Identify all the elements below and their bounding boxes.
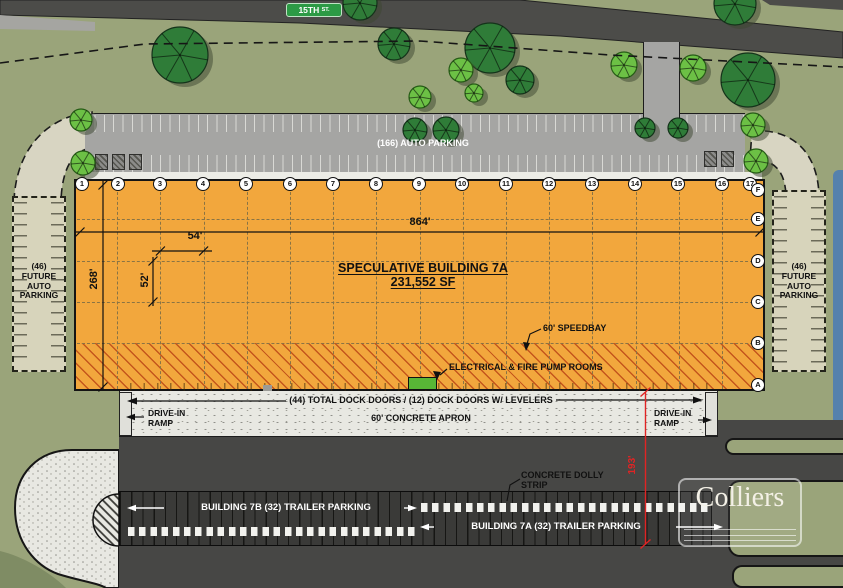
tree-small xyxy=(465,84,488,106)
grid-column-bubble: 14 xyxy=(628,177,642,191)
grid-column-bubble: 1 xyxy=(75,177,89,191)
tree-small xyxy=(409,86,436,112)
building-title: SPECULATIVE BUILDING 7A xyxy=(338,261,508,275)
site-plan: (166) AUTO PARKING SPECULATIVE BUILDING … xyxy=(0,0,843,588)
ramp-left-label: DRIVE-IN RAMP xyxy=(148,408,196,428)
speedbay-leader xyxy=(523,329,541,351)
grid-column-bubble: 11 xyxy=(499,177,513,191)
grid-row-bubble: C xyxy=(751,295,765,309)
grid-column-bubble: 4 xyxy=(196,177,210,191)
electrical-label: ELECTRICAL & FIRE PUMP ROOMS xyxy=(449,362,603,372)
trailer-7a-label: BUILDING 7A (32) TRAILER PARKING xyxy=(436,522,676,532)
tree-large xyxy=(378,28,415,64)
dolly-strip-label: CONCRETE DOLLY STRIP xyxy=(521,470,609,490)
colliers-wordmark: Colliers xyxy=(680,482,800,514)
grid-column-bubble: 13 xyxy=(585,177,599,191)
grid-column-bubble: 16 xyxy=(715,177,729,191)
logo-rule xyxy=(684,540,796,541)
tree-small xyxy=(611,52,642,82)
street-suffix: ST. xyxy=(322,7,330,13)
grid-column-bubble: 15 xyxy=(671,177,685,191)
tree-large xyxy=(714,0,761,29)
ramp-right-label: DRIVE-IN RAMP xyxy=(654,408,702,428)
dim-268-label: 268' xyxy=(89,259,99,299)
property-line xyxy=(0,41,843,67)
dim-52-label: 52' xyxy=(140,265,150,295)
tree-large xyxy=(152,27,213,87)
street-name: 15TH xyxy=(298,5,319,15)
grid-column-bubble: 2 xyxy=(111,177,125,191)
trailer-7b-label: BUILDING 7B (32) TRAILER PARKING xyxy=(166,503,406,513)
grid-row-bubble: E xyxy=(751,212,765,226)
grid-row-bubble: F xyxy=(751,183,765,197)
dim-54 xyxy=(152,247,212,256)
grid-column-bubble: 5 xyxy=(239,177,253,191)
future-right-label: (46) FUTURE AUTO PARKING xyxy=(776,262,822,301)
building-area: 231,552 SF xyxy=(391,275,456,289)
grid-column-bubble: 7 xyxy=(326,177,340,191)
tree-large xyxy=(635,118,660,142)
grid-column-bubble: 12 xyxy=(542,177,556,191)
grid-column-bubble: 9 xyxy=(412,177,426,191)
dim-193-label: 193' xyxy=(628,449,638,481)
grid-row-bubble: A xyxy=(751,378,765,392)
dolly-leader xyxy=(507,479,520,501)
grid-column-bubble: 10 xyxy=(455,177,469,191)
apron-label: 60' CONCRETE APRON xyxy=(361,413,481,423)
trees xyxy=(70,0,780,179)
colliers-logo: Colliers xyxy=(678,478,802,547)
speedbay-label: 60' SPEEDBAY xyxy=(543,323,606,333)
grid-row-bubble: D xyxy=(751,254,765,268)
dim-864 xyxy=(76,228,765,237)
dim-864-label: 864' xyxy=(400,217,440,227)
future-left-label: (46) FUTURE AUTO PARKING xyxy=(16,262,62,301)
street-sign: 15TH ST. xyxy=(286,3,342,17)
tree-small xyxy=(71,151,100,179)
dock-doors-label: (44) TOTAL DOCK DOORS / (12) DOCK DOORS … xyxy=(286,395,556,405)
electrical-leader xyxy=(433,369,447,380)
grid-row-bubble: B xyxy=(751,336,765,350)
tree-small xyxy=(741,113,770,141)
tree-small xyxy=(744,149,773,177)
grid-column-bubble: 6 xyxy=(283,177,297,191)
logo-rule xyxy=(684,535,796,536)
dim-54-label: 54' xyxy=(180,231,210,241)
logo-rule xyxy=(684,529,796,530)
tree-large xyxy=(343,0,382,24)
auto-parking-label: (166) AUTO PARKING xyxy=(303,138,543,148)
tree-large xyxy=(668,118,693,142)
grid-column-bubble: 3 xyxy=(153,177,167,191)
tree-small xyxy=(70,109,97,135)
tree-large xyxy=(506,66,539,98)
grid-column-bubble: 8 xyxy=(369,177,383,191)
